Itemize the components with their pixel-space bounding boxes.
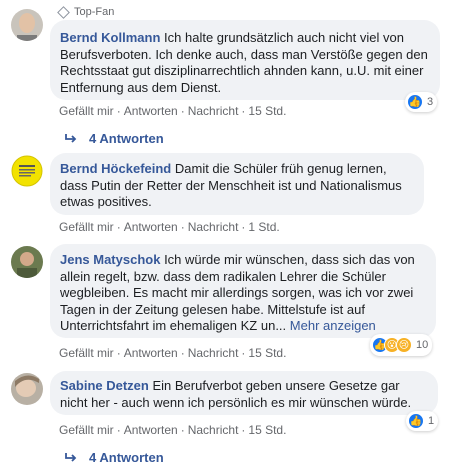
reaction-summary[interactable]: 👍 😮 😢 10 [370,334,433,356]
reply-link[interactable]: Antworten [124,423,178,437]
avatar[interactable] [11,373,43,405]
timestamp[interactable]: 1 Std. [248,220,279,234]
comment-bubble: Bernd Höckefeind Damit die Schüler früh … [50,153,424,215]
view-replies[interactable]: 4 Antworten [65,131,164,146]
comment-bubble: Bernd Kollmann Ich halte grundsätzlich a… [50,20,440,100]
avatar[interactable] [11,246,43,278]
avatar[interactable] [11,9,43,41]
message-link[interactable]: Nachricht [188,346,239,360]
comment-actions: Gefällt mir · Antworten · Nachricht · 1 Std. [59,220,280,234]
avatar[interactable] [11,155,43,187]
replies-label: 4 Antworten [89,450,164,465]
reaction-count: 1 [428,415,435,427]
thumbs-up-icon: 👍 [407,94,423,110]
reply-link[interactable]: Antworten [124,220,178,234]
timestamp[interactable]: 15 Std. [248,104,286,118]
message-link[interactable]: Nachricht [188,423,239,437]
reply-link[interactable]: Antworten [124,346,178,360]
replies-label: 4 Antworten [89,131,164,146]
comment-bubble: Jens Matyschok Ich würde mir wünschen, d… [50,244,436,338]
sad-icon: 😢 [396,337,412,353]
like-link[interactable]: Gefällt mir [59,220,114,234]
reply-arrow-icon [65,133,77,143]
timestamp[interactable]: 15 Std. [248,423,286,437]
reply-link[interactable]: Antworten [124,104,178,118]
thumbs-up-icon: 👍 [408,413,424,429]
like-link[interactable]: Gefällt mir [59,423,114,437]
comment-author[interactable]: Jens Matyschok [60,252,160,267]
like-link[interactable]: Gefällt mir [59,104,114,118]
comment-actions: Gefällt mir · Antworten · Nachricht · 15 Std. [59,104,287,118]
comment-author[interactable]: Sabine Detzen [60,378,149,393]
reaction-summary[interactable]: 👍 3 [405,92,438,112]
message-link[interactable]: Nachricht [188,104,239,118]
diamond-icon [57,5,70,19]
comment-author[interactable]: Bernd Höckefeind [60,161,171,176]
comment-actions: Gefällt mir · Antworten · Nachricht · 15 Std. [59,423,287,437]
timestamp[interactable]: 15 Std. [248,346,286,360]
reaction-count: 3 [427,96,434,108]
reply-arrow-icon [65,452,77,462]
comment-actions: Gefällt mir · Antworten · Nachricht · 15 Std. [59,346,287,360]
top-fan-label: Top-Fan [74,6,115,18]
top-fan-badge: Top-Fan [57,5,115,19]
message-link[interactable]: Nachricht [188,220,239,234]
like-link[interactable]: Gefällt mir [59,346,114,360]
comment-bubble: Sabine Detzen Ein Berufverbot geben unse… [50,371,438,415]
view-replies[interactable]: 4 Antworten [65,450,164,465]
show-more-link[interactable]: Mehr anzeigen [290,318,376,333]
reaction-count: 10 [416,339,429,351]
reaction-summary[interactable]: 👍 1 [406,411,439,431]
comment-author[interactable]: Bernd Kollmann [60,30,160,45]
